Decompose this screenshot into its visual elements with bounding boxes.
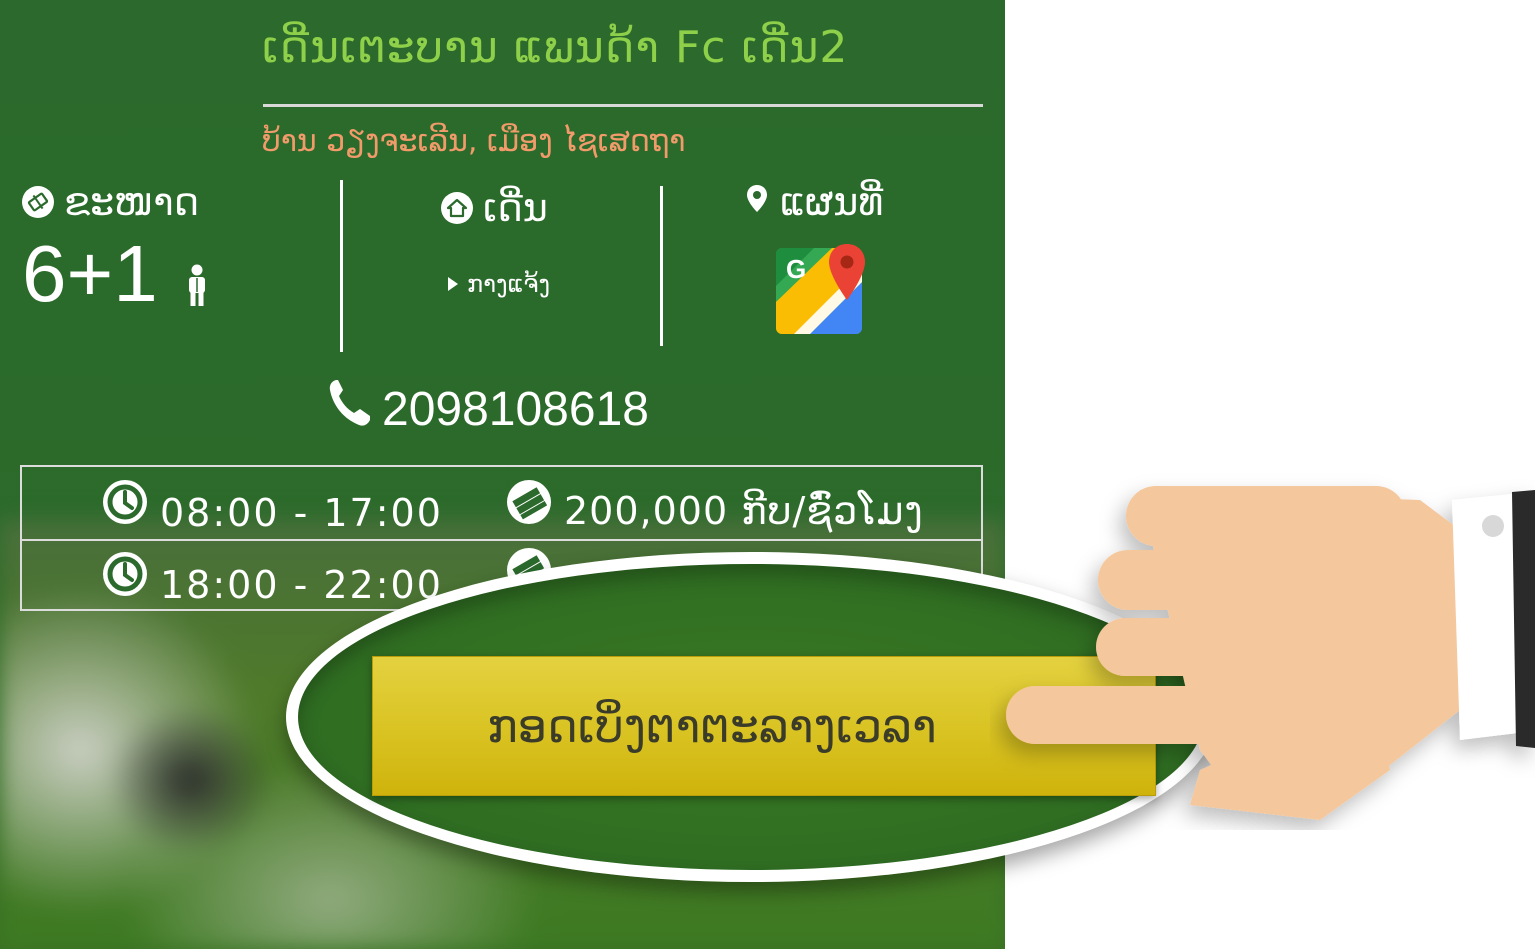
svg-text:G: G — [786, 254, 806, 284]
map-label-group: ແຜນທີ່ — [744, 180, 883, 224]
venue-title: ເດີ່ນເຕະບານ ແພນດ້າ Fc ເດີ່ນ2 — [262, 22, 849, 73]
schedule-time: 18:00 - 22:00 — [160, 563, 443, 607]
schedule-time-cell: 08:00 - 17:00 — [102, 477, 443, 535]
pitch-label: ເດີ່ນ — [483, 186, 548, 230]
schedule-price: 200,000 ກີບ/ຊົ່ວໂມງ — [564, 488, 924, 533]
phone-row[interactable]: 2098108618 — [326, 378, 649, 440]
person-icon — [184, 234, 210, 326]
size-value-group: 6+1 — [22, 228, 210, 326]
google-maps-icon[interactable]: G — [774, 242, 872, 338]
size-value: 6+1 — [22, 229, 158, 318]
map-label: ແຜນທີ່ — [780, 180, 884, 224]
column-divider — [660, 186, 663, 346]
view-schedule-label: ກອດເບິ່ງຕາຕະລາງເວລາ — [487, 699, 937, 753]
play-triangle-icon — [447, 270, 459, 298]
phone-icon — [326, 378, 372, 440]
size-label: ຂະໜາດ — [64, 180, 200, 224]
pitch-type: ກາງແຈ້ງ — [467, 270, 551, 298]
pointing-hand-icon — [1006, 486, 1535, 820]
pitch-label-group: ເດີ່ນ — [441, 186, 548, 230]
schedule-row: 08:00 - 17:00 200,000 ກີບ/ຊົ່ວໂມງ — [22, 467, 981, 539]
schedule-time: 08:00 - 17:00 — [160, 491, 443, 535]
schedule-price-cell: 200,000 ກີບ/ຊົ່ວໂມງ — [506, 479, 924, 534]
clock-icon — [102, 551, 148, 606]
pitch-icon — [22, 186, 54, 218]
size-label-group: ຂະໜາດ — [22, 180, 199, 224]
home-icon — [441, 192, 473, 224]
venue-address: ບ້ານ ວຽງຈະເລີນ, ເມືອງ ໄຊເສດຖາ — [262, 124, 686, 159]
pitch-type-item: ກາງແຈ້ງ — [447, 270, 550, 298]
clock-icon — [102, 479, 148, 534]
column-divider — [340, 180, 343, 352]
map-pin-icon — [744, 180, 770, 224]
schedule-time-cell: 18:00 - 22:00 — [102, 549, 443, 607]
money-icon — [506, 479, 552, 534]
title-divider — [263, 104, 983, 107]
phone-number: 2098108618 — [382, 382, 649, 436]
